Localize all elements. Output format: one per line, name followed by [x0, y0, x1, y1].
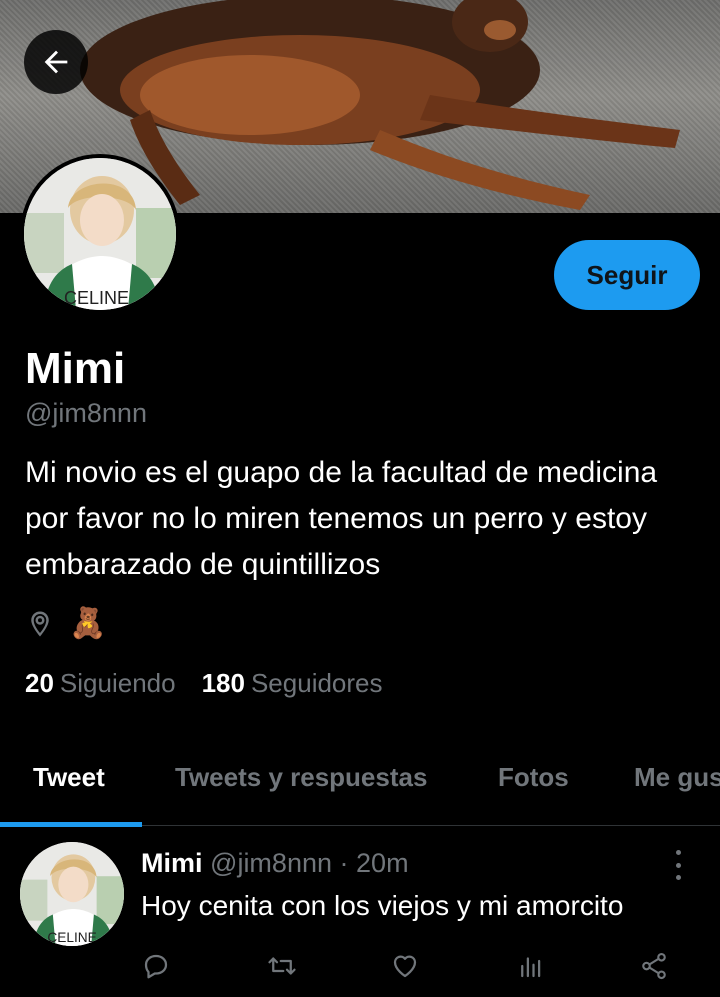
- arrow-left-icon: [44, 50, 68, 74]
- reply-icon: [144, 954, 168, 979]
- profile-handle: @jim8nnn: [25, 398, 147, 428]
- share-button[interactable]: [636, 948, 672, 984]
- share-icon: [642, 952, 666, 980]
- reply-button[interactable]: [138, 948, 174, 984]
- followers-label: Seguidores: [250, 668, 383, 698]
- location-emoji: 🧸: [69, 607, 107, 640]
- following-stat[interactable]: 20 Siguiendo: [25, 668, 176, 699]
- tweet-avatar[interactable]: CELINE: [20, 842, 124, 946]
- tab-likes[interactable]: Me gus: [634, 762, 720, 793]
- tweet-author-handle: @jim8nnn: [210, 848, 332, 878]
- more-options-icon[interactable]: [670, 850, 686, 880]
- followers-stat[interactable]: 180 Seguidores: [202, 668, 383, 699]
- profile-tabs: Tweet Tweets y respuestas Fotos Me gus: [0, 744, 720, 827]
- tweet-avatar-shirt-text: CELINE: [47, 930, 96, 945]
- tweet-actions: [0, 948, 720, 988]
- back-button[interactable]: [24, 30, 88, 94]
- following-count: 20: [25, 668, 54, 698]
- tweet-avatar-image: CELINE: [20, 842, 124, 946]
- tweet-author-name[interactable]: Mimi: [141, 848, 203, 878]
- profile-name: Mimi: [25, 344, 126, 393]
- tab-photos[interactable]: Fotos: [498, 762, 569, 793]
- tweet-text: Hoy cenita con los viejos y mi amorcito: [141, 890, 624, 921]
- avatar-shirt-text: CELINE: [64, 288, 129, 308]
- tweet[interactable]: CELINE Mimi @jim8nnn · 20m Hoy cenita co…: [0, 826, 720, 997]
- profile-meta: 🧸: [25, 606, 106, 642]
- avatar-image: CELINE: [24, 158, 176, 310]
- follow-button[interactable]: Seguir: [554, 240, 700, 310]
- tweet-time: 20m: [356, 848, 409, 878]
- map-pin-icon: [31, 611, 49, 637]
- stats-icon: [521, 957, 541, 978]
- tweet-separator: ·: [339, 848, 349, 878]
- like-icon: [393, 955, 417, 978]
- profile-stats: 20 Siguiendo 180 Seguidores: [25, 668, 383, 699]
- followers-count: 180: [201, 668, 245, 698]
- stats-button[interactable]: [513, 948, 549, 984]
- tweet-header: Mimi @jim8nnn · 20m: [141, 848, 409, 879]
- profile-avatar[interactable]: CELINE: [20, 154, 180, 314]
- profile-bio: Mi novio es el guapo de la facultad de m…: [25, 456, 658, 581]
- retweet-icon: [268, 957, 296, 975]
- following-label: Siguiendo: [59, 668, 176, 698]
- like-button[interactable]: [387, 948, 423, 984]
- tab-tweets-replies[interactable]: Tweets y respuestas: [175, 762, 427, 793]
- tab-tweet[interactable]: Tweet: [33, 762, 105, 793]
- retweet-button[interactable]: [264, 948, 300, 984]
